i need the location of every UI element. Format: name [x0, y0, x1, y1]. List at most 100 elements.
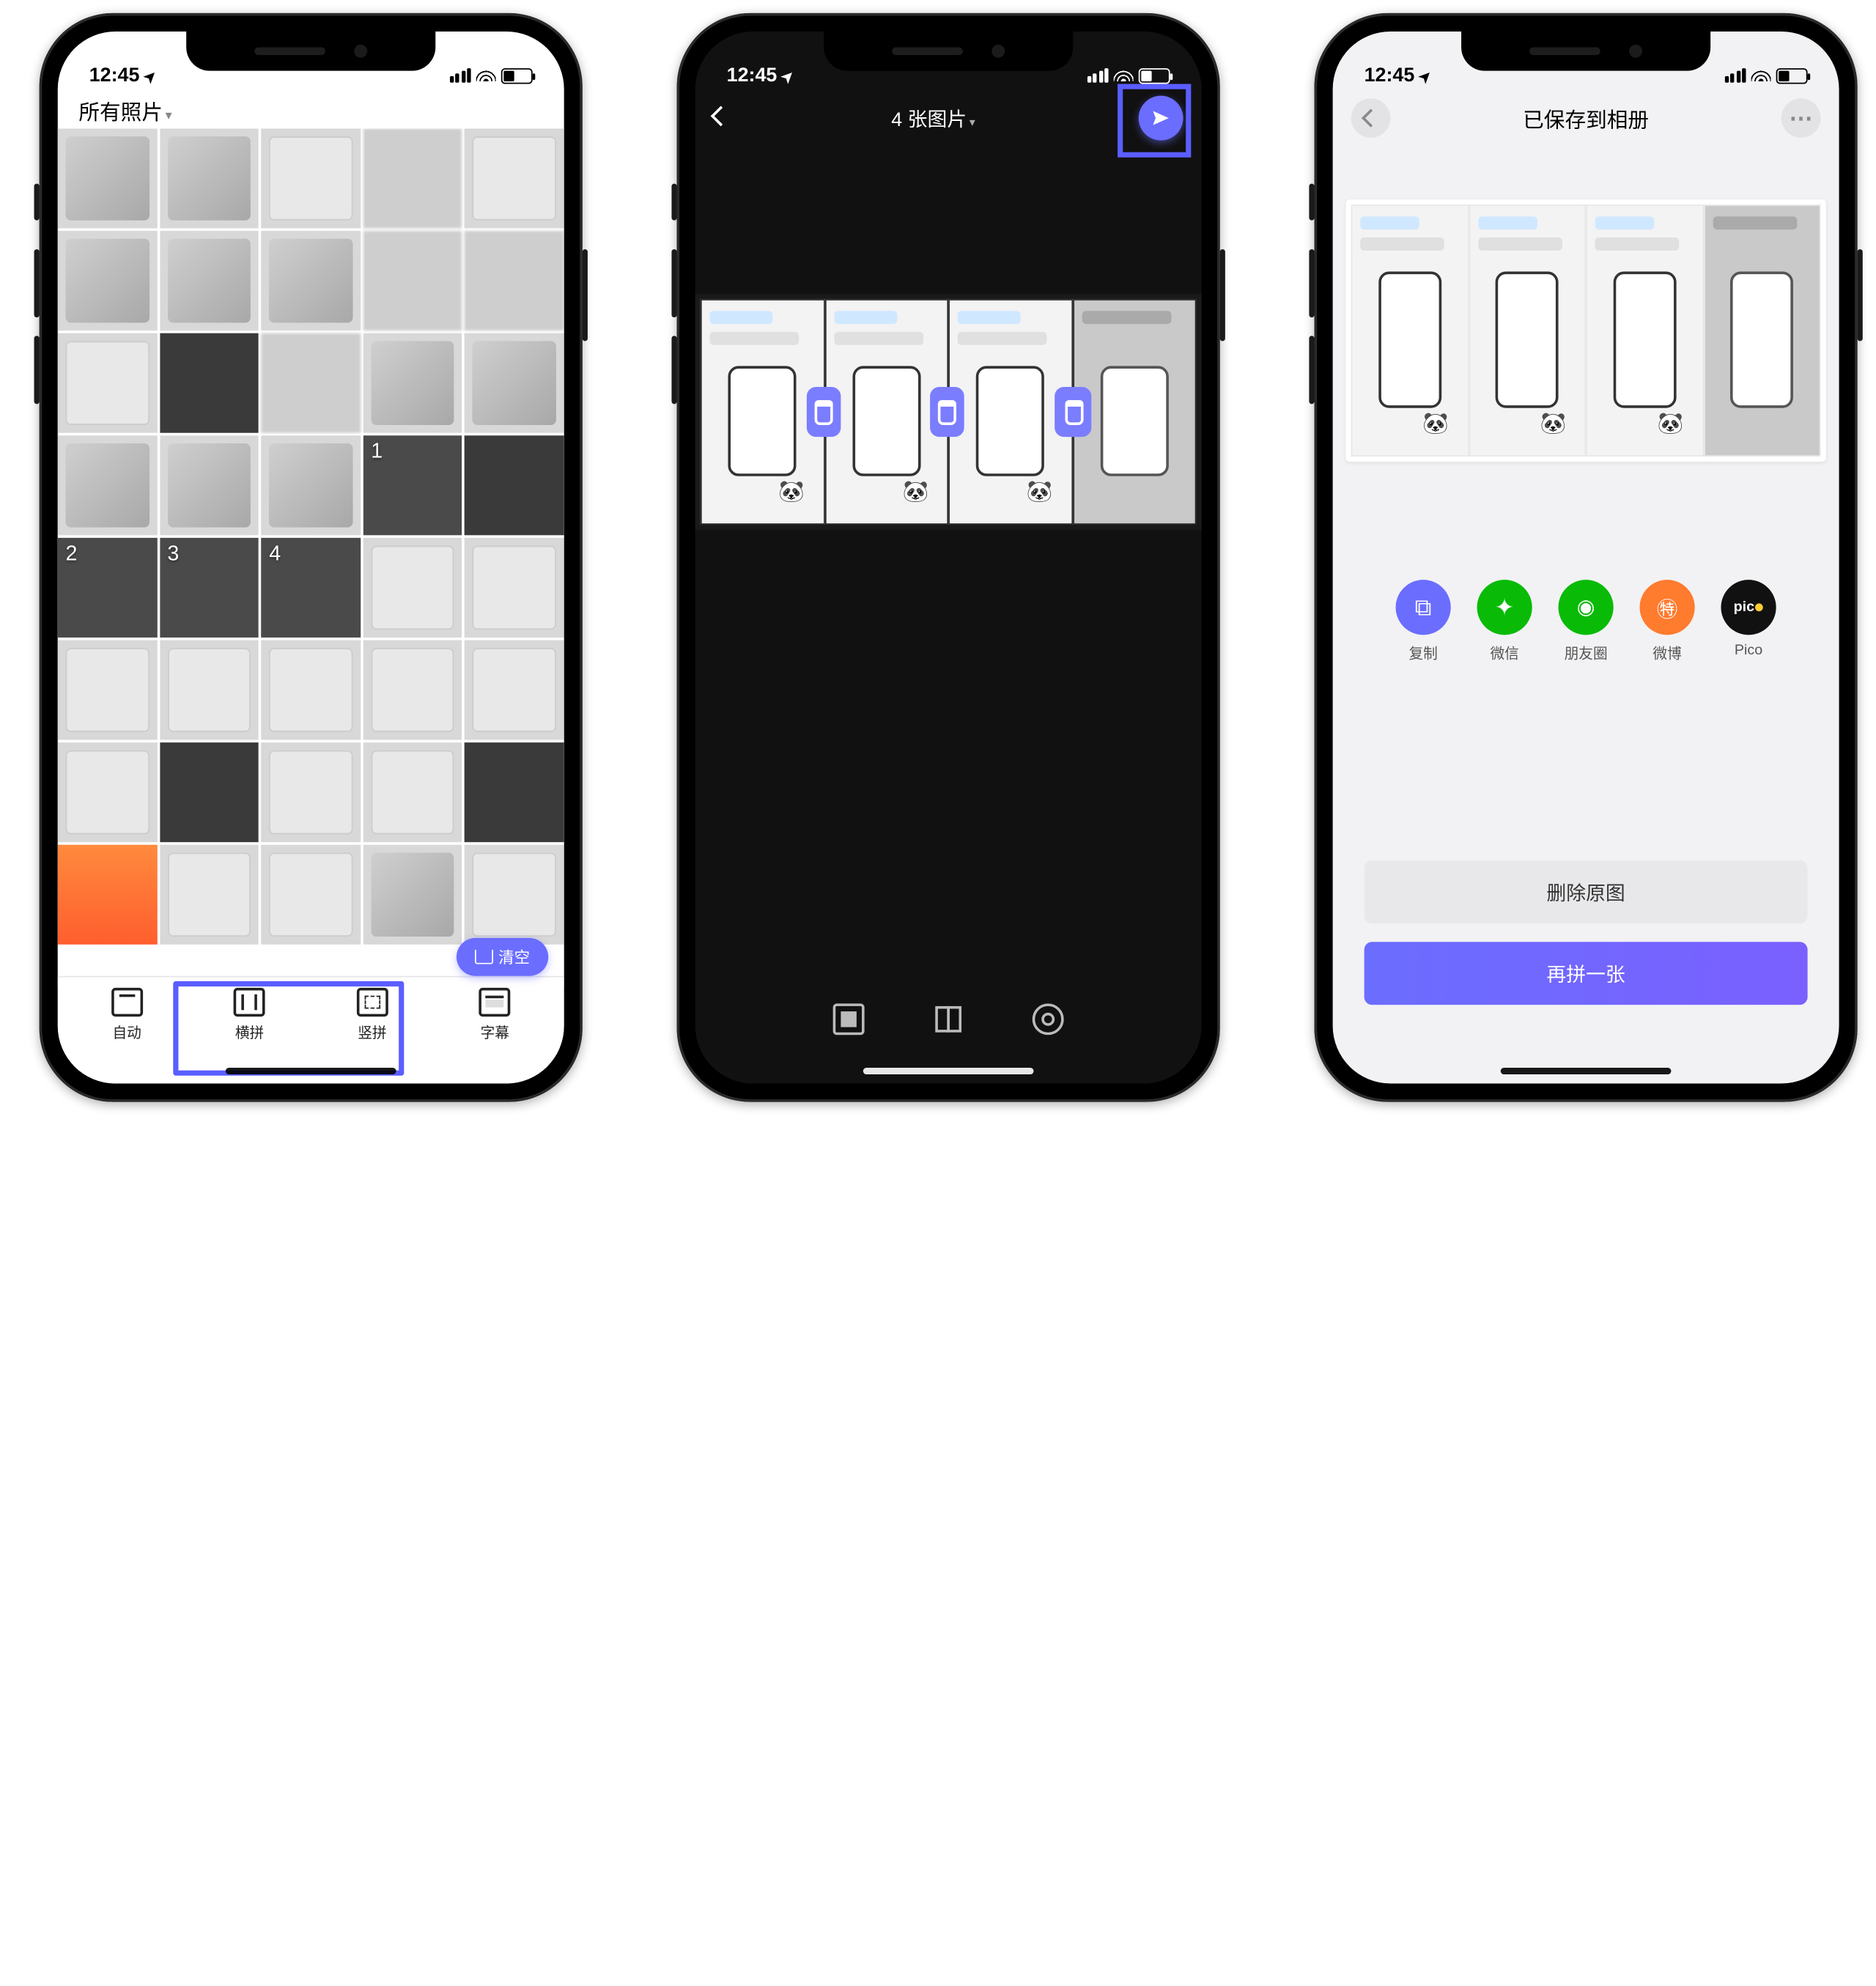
phone-1: 12:45 所有照片: [40, 13, 583, 1102]
photo-thumb-selected[interactable]: 2: [58, 538, 157, 638]
wechat-icon: [1477, 580, 1532, 635]
share-weibo[interactable]: 微博: [1640, 580, 1695, 664]
photo-thumb[interactable]: [160, 128, 259, 228]
home-indicator[interactable]: [226, 1068, 396, 1074]
photo-thumb[interactable]: [363, 538, 462, 638]
photo-thumb[interactable]: [262, 742, 361, 842]
photo-thumb[interactable]: [465, 231, 564, 331]
home-indicator[interactable]: [863, 1068, 1034, 1074]
panda-icon: [778, 479, 807, 505]
lock-handle[interactable]: [1057, 387, 1091, 437]
photo-thumb[interactable]: [363, 231, 462, 331]
photo-thumb[interactable]: [160, 231, 259, 331]
photo-thumb[interactable]: [58, 435, 157, 535]
page-title[interactable]: 4 张图片: [891, 104, 975, 132]
lock-handle[interactable]: [930, 387, 964, 437]
wifi-icon: [1751, 64, 1771, 86]
photo-thumb[interactable]: [363, 742, 462, 842]
photo-thumb-selected[interactable]: 1: [363, 435, 462, 535]
wifi-icon: [1114, 64, 1134, 86]
photo-thumb[interactable]: [363, 333, 462, 433]
page-title: 已保存到相册: [1523, 103, 1649, 134]
photo-thumb-selected[interactable]: 4: [262, 538, 361, 638]
share-pico[interactable]: picPico: [1721, 580, 1776, 664]
panda-icon: [1027, 479, 1055, 505]
wifi-icon: [476, 64, 496, 86]
location-icon: [783, 64, 795, 86]
tab-horizontal[interactable]: 横拼: [188, 988, 311, 1055]
photo-thumb[interactable]: [58, 742, 157, 842]
toolbar-split-icon[interactable]: [933, 1003, 964, 1035]
share-copy[interactable]: 复制: [1396, 580, 1451, 664]
delete-originals-button[interactable]: 删除原图: [1364, 860, 1808, 923]
location-icon: [1419, 64, 1432, 86]
share-button[interactable]: [1139, 96, 1183, 141]
tab-vertical[interactable]: 竖拼: [311, 988, 433, 1055]
photo-thumb[interactable]: [465, 845, 564, 945]
photo-thumb[interactable]: [363, 128, 462, 228]
battery-icon: [1776, 67, 1808, 83]
photo-thumb[interactable]: [262, 641, 361, 740]
clock: 12:45: [1364, 64, 1415, 86]
photo-thumb[interactable]: [465, 435, 564, 535]
clock: 12:45: [727, 64, 778, 86]
screen-photo-picker: 12:45 所有照片: [58, 32, 564, 1084]
photo-thumb[interactable]: [58, 128, 157, 228]
stitch-again-button[interactable]: 再拼一张: [1364, 942, 1808, 1005]
photo-thumb[interactable]: [160, 641, 259, 740]
battery-icon: [501, 67, 533, 83]
photo-thumb[interactable]: [160, 435, 259, 535]
result-preview[interactable]: [1346, 199, 1826, 462]
screen-saved: 12:45 已保存到相册 复制 微信 朋友圈 微博 picPico: [1333, 32, 1839, 1084]
photo-grid: 1 2 3 4: [58, 128, 564, 986]
clear-selection-button[interactable]: 清空: [457, 938, 548, 976]
photo-thumb[interactable]: [363, 845, 462, 945]
photo-thumb[interactable]: [160, 742, 259, 842]
toolbar-watermark-icon[interactable]: [1033, 1003, 1064, 1035]
photo-thumb[interactable]: [160, 333, 259, 433]
photo-thumb[interactable]: [465, 742, 564, 842]
photo-thumb[interactable]: [262, 333, 361, 433]
photo-thumb-selected[interactable]: 3: [160, 538, 259, 638]
horizontal-icon: [234, 988, 265, 1016]
back-button[interactable]: [714, 106, 728, 130]
battery-icon: [1139, 67, 1170, 83]
phone-3: 12:45 已保存到相册 复制 微信 朋友圈 微博 picPico: [1315, 13, 1858, 1102]
photo-thumb[interactable]: [160, 845, 259, 945]
photo-thumb[interactable]: [262, 128, 361, 228]
photo-thumb[interactable]: [262, 845, 361, 945]
photo-thumb[interactable]: [262, 435, 361, 535]
tab-subtitle[interactable]: 字幕: [434, 988, 556, 1055]
stitch-pane[interactable]: [701, 299, 824, 525]
screen-editor: 12:45 4 张图片: [695, 32, 1202, 1084]
stitch-pane[interactable]: [1072, 299, 1196, 525]
lock-handle[interactable]: [806, 387, 841, 437]
photo-thumb[interactable]: [58, 333, 157, 433]
photo-thumb[interactable]: [58, 845, 157, 945]
photo-thumb[interactable]: [465, 333, 564, 433]
stitch-canvas[interactable]: [695, 294, 1202, 530]
photo-thumb[interactable]: [58, 231, 157, 331]
photo-thumb[interactable]: [363, 641, 462, 740]
stitch-pane[interactable]: [824, 299, 948, 525]
more-button[interactable]: [1781, 98, 1821, 138]
photo-thumb[interactable]: [465, 641, 564, 740]
location-icon: [145, 64, 158, 86]
back-button[interactable]: [1351, 98, 1391, 138]
pico-icon: pic: [1721, 580, 1776, 635]
photo-thumb[interactable]: [465, 128, 564, 228]
photo-thumb[interactable]: [58, 641, 157, 740]
toolbar-frame-icon[interactable]: [833, 1003, 865, 1035]
photo-thumb[interactable]: [262, 231, 361, 331]
share-moments[interactable]: 朋友圈: [1559, 580, 1614, 664]
photo-thumb[interactable]: [465, 538, 564, 638]
share-wechat[interactable]: 微信: [1477, 580, 1532, 664]
subtitle-icon: [479, 988, 511, 1016]
stitch-pane[interactable]: [948, 299, 1072, 525]
signal-icon: [1724, 68, 1746, 83]
signal-icon: [449, 68, 471, 83]
tab-auto[interactable]: 自动: [66, 988, 188, 1055]
clock: 12:45: [89, 64, 140, 86]
home-indicator[interactable]: [1501, 1068, 1672, 1074]
share-icon: [1151, 108, 1172, 129]
